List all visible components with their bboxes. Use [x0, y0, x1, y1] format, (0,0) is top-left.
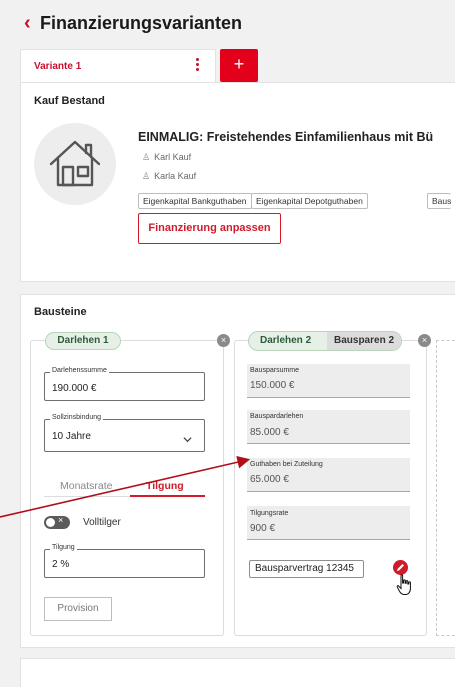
- annotation-arrow-icon: [0, 455, 251, 518]
